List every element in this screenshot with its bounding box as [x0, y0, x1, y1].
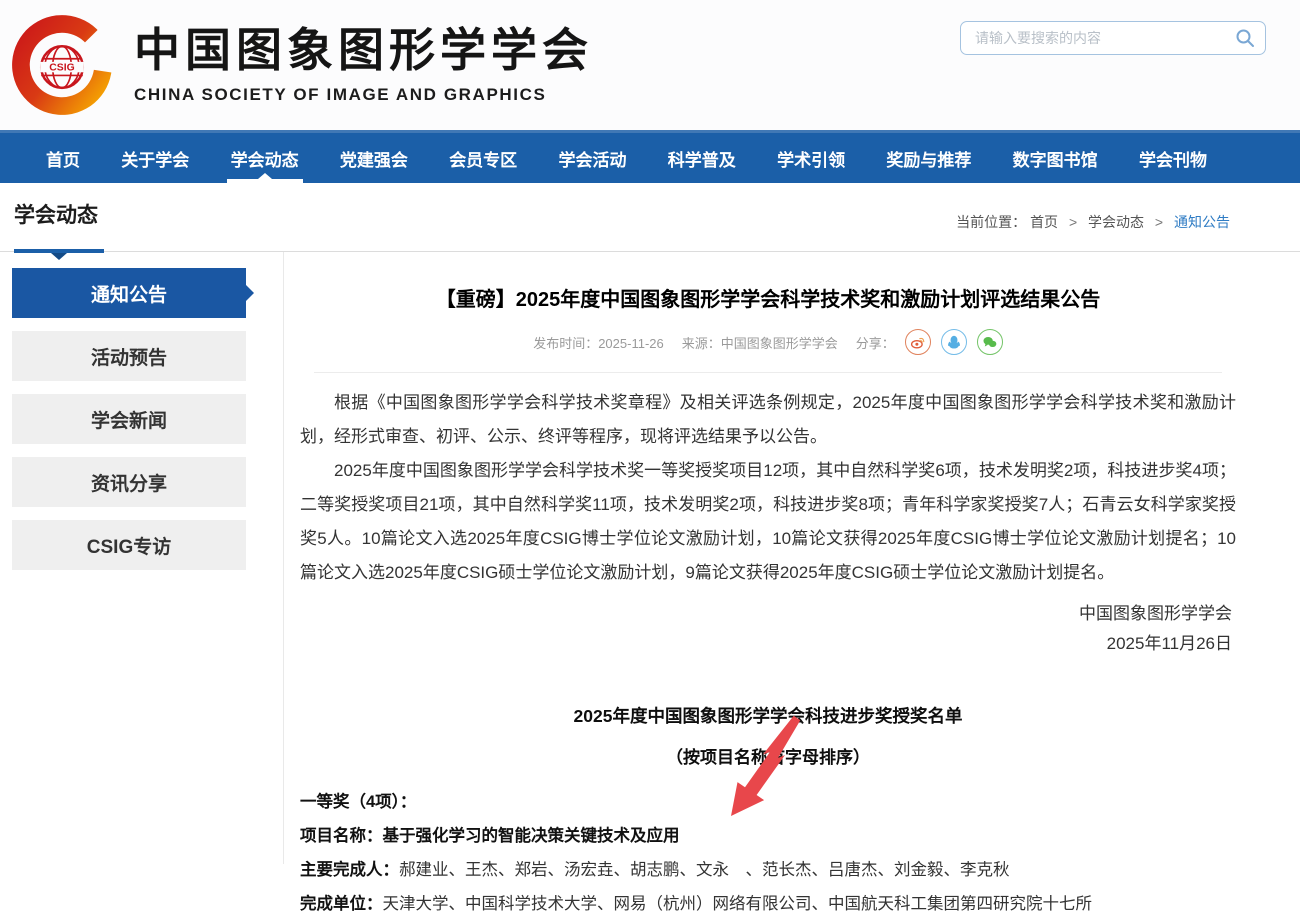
main-nav: 首页 关于学会 学会动态 党建强会 会员专区 学会活动 科学普及 学术引领 奖励… [0, 130, 1300, 183]
csig-logo: CSIG [10, 13, 122, 117]
sidebar: 通知公告 活动预告 学会新闻 资讯分享 CSIG专访 [12, 268, 246, 921]
org-name-zh: 中国图象图形学学会 [134, 24, 593, 77]
article-meta: 发布时间：2025-11-26 来源：中国图象图形学学会 分享： [300, 329, 1236, 355]
project-name-line: 项目名称：基于强化学习的智能决策关键技术及应用 [300, 819, 1236, 853]
publish-label: 发布时间： [533, 335, 599, 351]
source-label: 来源： [681, 335, 721, 351]
award-tier-heading: 一等奖（4项）： [300, 793, 417, 811]
completing-units-value: 天津大学、中国科学技术大学、网易（杭州）网络有限公司、中国航天科工集团第四研究院… [382, 895, 1093, 913]
source-value: 中国图象图形学学会 [720, 335, 838, 351]
logo-csig-text: CSIG [49, 63, 74, 74]
project-name-label: 项目名称： [300, 827, 383, 845]
main-area: 通知公告 活动预告 学会新闻 资讯分享 CSIG专访 【重磅】2025年度中国图… [0, 252, 1300, 921]
signature-date: 2025年11月26日 [1106, 634, 1232, 653]
sidebar-item-notices[interactable]: 通知公告 [12, 268, 246, 318]
nav-item-party-building[interactable]: 党建强会 [340, 133, 408, 183]
share-label: 分享： [855, 335, 895, 351]
org-name-en: CHINA SOCIETY OF IMAGE AND GRAPHICS [134, 84, 547, 104]
nav-item-academic-leading[interactable]: 学术引领 [777, 133, 845, 183]
article: 【重磅】2025年度中国图象图形学学会科学技术奖和激励计划评选结果公告 发布时间… [300, 268, 1236, 921]
publish-time: 发布时间：2025-11-26 [533, 333, 664, 352]
award-list-title: 2025年度中国图象图形学学会科技进步奖授奖名单 [573, 706, 963, 726]
wechat-share-icon[interactable] [976, 329, 1003, 355]
source: 来源：中国图象图形学学会 [682, 333, 838, 352]
paragraph-1: 根据《中国图象图形学学会科学技术奖章程》及相关评选条例规定，2025年度中国图象… [300, 393, 1236, 446]
nav-item-publications[interactable]: 学会刊物 [1139, 133, 1207, 183]
qq-share-icon[interactable] [940, 329, 967, 355]
article-title: 【重磅】2025年度中国图象图形学学会科学技术奖和激励计划评选结果公告 [435, 289, 1101, 311]
publish-date: 2025-11-26 [598, 335, 664, 351]
page-title: 学会动态 [14, 204, 98, 227]
nav-item-society-news[interactable]: 学会动态 [231, 133, 299, 183]
column-divider [283, 252, 284, 864]
section-bar: 学会动态 当前位置： 首页 > 学会动态 > 通知公告 [0, 183, 1300, 253]
nav-item-digital-library[interactable]: 数字图书馆 [1013, 133, 1098, 183]
breadcrumb-label: 当前位置： [956, 214, 1027, 230]
weibo-share-icon[interactable] [904, 329, 931, 355]
search-icon[interactable] [1235, 28, 1255, 48]
project-name-value: 基于强化学习的智能决策关键技术及应用 [382, 827, 680, 845]
article-body: 根据《中国图象图形学学会科学技术奖章程》及相关评选条例规定，2025年度中国图象… [300, 386, 1236, 590]
nav-item-science-popularization[interactable]: 科学普及 [668, 133, 736, 183]
sidebar-item-label: 活动预告 [90, 347, 167, 369]
main-contributors-label: 主要完成人： [300, 861, 399, 879]
completing-units-label: 完成单位： [300, 895, 383, 913]
site-header: CSIG 中国图象图形学学会 CHINA SOCIETY OF IMAGE AN… [0, 0, 1300, 130]
sidebar-item-info-sharing[interactable]: 资讯分享 [12, 457, 246, 507]
breadcrumb-notices[interactable]: 通知公告 [1174, 214, 1230, 230]
sidebar-item-label: 通知公告 [90, 284, 167, 306]
nav-item-member-zone[interactable]: 会员专区 [449, 133, 517, 183]
nav-item-about[interactable]: 关于学会 [121, 133, 189, 183]
sidebar-item-label: CSIG专访 [86, 536, 172, 558]
sidebar-item-society-news[interactable]: 学会新闻 [12, 394, 246, 444]
breadcrumb-separator: > [1154, 214, 1164, 230]
paragraph-2: 2025年度中国图象图形学学会科学技术奖一等奖授奖项目12项，其中自然科学奖6项… [300, 461, 1236, 582]
breadcrumb: 当前位置： 首页 > 学会动态 > 通知公告 [956, 212, 1230, 232]
nav-item-activities[interactable]: 学会活动 [558, 133, 626, 183]
sidebar-item-label: 资讯分享 [90, 473, 167, 495]
sidebar-item-csig-interviews[interactable]: CSIG专访 [12, 520, 246, 570]
org-names: 中国图象图形学学会 CHINA SOCIETY OF IMAGE AND GRA… [134, 25, 593, 105]
nav-item-home[interactable]: 首页 [46, 133, 80, 183]
breadcrumb-home[interactable]: 首页 [1030, 214, 1058, 230]
breadcrumb-separator: > [1068, 214, 1078, 230]
main-contributors-line: 主要完成人：郝建业、王杰、郑岩、汤宏垚、胡志鹏、文永 、范长杰、吕唐杰、刘金毅、… [300, 853, 1236, 887]
sidebar-item-label: 学会新闻 [90, 410, 167, 432]
completing-units-line: 完成单位：天津大学、中国科学技术大学、网易（杭州）网络有限公司、中国航天科工集团… [300, 887, 1236, 921]
meta-divider [314, 372, 1222, 373]
article-signature: 中国图象图形学学会 2025年11月26日 [300, 599, 1236, 659]
search-box [960, 21, 1266, 55]
sidebar-item-event-previews[interactable]: 活动预告 [12, 331, 246, 381]
nav-item-awards[interactable]: 奖励与推荐 [886, 133, 971, 183]
search-input[interactable] [960, 21, 1266, 55]
signature-org: 中国图象图形学学会 [1079, 604, 1232, 623]
award-list-subtitle: （按项目名称首字母排序） [666, 748, 870, 767]
breadcrumb-society-news[interactable]: 学会动态 [1088, 214, 1144, 230]
main-contributors-value: 郝建业、王杰、郑岩、汤宏垚、胡志鹏、文永 、范长杰、吕唐杰、刘金毅、李克秋 [399, 861, 1010, 879]
